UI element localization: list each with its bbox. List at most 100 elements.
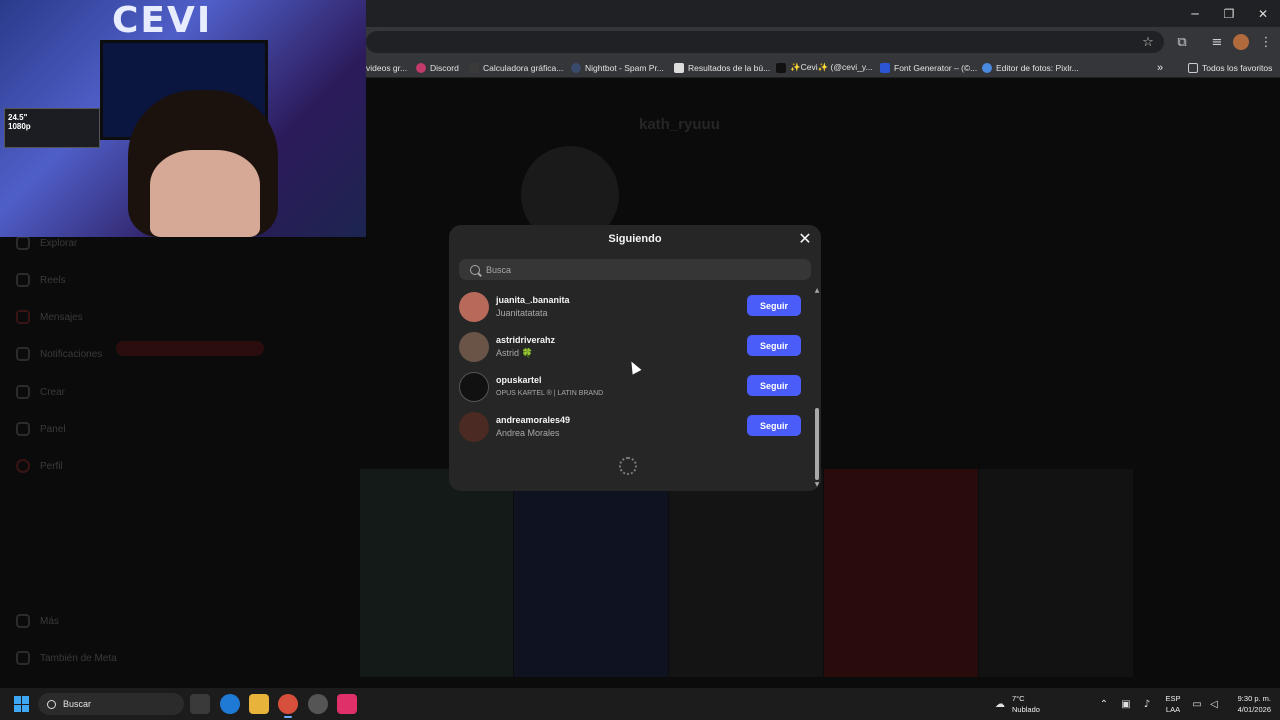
keyboard-layout[interactable]: LAA: [1163, 705, 1183, 715]
bookmark-item[interactable]: ✨Cevi✨ (@cevi_y...: [776, 61, 873, 74]
discord-icon: [416, 62, 426, 73]
graph-icon: [469, 62, 479, 73]
bookmark-item[interactable]: Discord: [416, 61, 459, 74]
avatar[interactable]: [459, 412, 489, 442]
sidebar-item-more[interactable]: Más: [16, 614, 59, 628]
tiktok-live-icon[interactable]: [337, 694, 357, 714]
address-bar[interactable]: [366, 31, 1164, 53]
webcam-overlay: CEVI 24.5" 1080p: [0, 0, 366, 237]
chevron-up-icon[interactable]: ⌃: [1098, 698, 1110, 710]
username[interactable]: opuskartel: [496, 375, 542, 385]
menu-kebab-icon[interactable]: ⋮: [1257, 33, 1275, 51]
full-name: Astrid 🍀: [496, 348, 533, 358]
taskbar-search[interactable]: Buscar: [38, 693, 184, 715]
scroll-up-icon[interactable]: ▲: [814, 288, 820, 294]
monitor-box-label: 24.5" 1080p: [8, 113, 31, 131]
bookmark-item[interactable]: videos gr...: [366, 61, 407, 74]
following-dialog: Siguiendo ✕ juanita_.bananita Juanitatat…: [449, 225, 821, 491]
close-window-button[interactable]: ✕: [1246, 0, 1280, 27]
list-item: andreamorales49 Andrea Morales Seguir: [449, 407, 815, 447]
all-favorites-button[interactable]: Todos los favoritos: [1188, 61, 1272, 74]
app-tray-icon[interactable]: ▣: [1120, 698, 1132, 710]
person-face: [150, 150, 260, 237]
profile-avatar-icon[interactable]: [1233, 34, 1249, 50]
sidebar-item-reels[interactable]: Reels: [16, 273, 66, 287]
folder-icon: [1188, 62, 1198, 73]
font-generator-icon: [880, 62, 890, 73]
clock-date[interactable]: 4/01/2026: [1225, 705, 1271, 715]
volume-icon[interactable]: ◁: [1208, 698, 1220, 710]
pixlr-icon: [982, 62, 992, 73]
bookmark-item[interactable]: Font Generator – (©...: [880, 61, 977, 74]
language-indicator[interactable]: ESP: [1163, 694, 1183, 704]
username[interactable]: astridriverahz: [496, 335, 555, 345]
avatar[interactable]: [459, 332, 489, 362]
post-thumbnail[interactable]: [360, 469, 513, 677]
sidebar-item-explore[interactable]: Explorar: [16, 236, 77, 250]
sidebar-item-dashboard[interactable]: Panel: [16, 422, 66, 436]
sidebar-item-profile[interactable]: Perfil: [16, 459, 63, 473]
notification-pill: [116, 341, 264, 356]
compass-icon: [16, 236, 30, 250]
full-name: OPUS KARTEL ® | LATIN BRAND: [496, 390, 604, 397]
obs-icon[interactable]: [308, 694, 328, 714]
post-thumbnail[interactable]: [514, 469, 668, 677]
search-input[interactable]: [486, 264, 786, 275]
plus-icon: [16, 385, 30, 399]
sidebar-item-create[interactable]: Crear: [16, 385, 65, 399]
weather-desc[interactable]: Nublado: [1012, 705, 1040, 715]
network-icon[interactable]: ▭: [1191, 698, 1203, 710]
task-view-icon[interactable]: [190, 694, 210, 714]
post-thumbnail[interactable]: [979, 469, 1133, 677]
bookmark-item[interactable]: Editor de fotos: Pixlr...: [982, 61, 1079, 74]
follow-button[interactable]: Seguir: [747, 415, 801, 436]
follow-button[interactable]: Seguir: [747, 295, 801, 316]
scrollbar-thumb[interactable]: [815, 408, 819, 480]
extensions-icon[interactable]: ⧉: [1173, 33, 1191, 51]
sidebar-item-also-from-meta[interactable]: También de Meta: [16, 651, 117, 665]
post-thumbnail[interactable]: [824, 469, 978, 677]
follow-button[interactable]: Seguir: [747, 375, 801, 396]
bookmarks-overflow-button[interactable]: »: [1157, 61, 1163, 74]
dialog-header: Siguiendo ✕: [449, 225, 821, 254]
list-item: juanita_.bananita Juanitatatata Seguir: [449, 287, 815, 327]
heart-icon: [16, 347, 30, 361]
sidebar-item-messages[interactable]: Mensajes: [16, 310, 83, 324]
reading-list-icon[interactable]: ≡: [1208, 33, 1226, 51]
streamer-logo: CEVI: [112, 0, 213, 41]
taskbar-search-label: Buscar: [63, 699, 92, 709]
bookmark-item[interactable]: Calculadora gráfica...: [469, 61, 563, 74]
nightbot-icon: [571, 62, 581, 73]
restore-button[interactable]: ❐: [1212, 0, 1246, 27]
hamburger-icon: [16, 614, 30, 628]
chart-icon: [16, 422, 30, 436]
dialog-title: Siguiendo: [608, 233, 662, 245]
weather-temp[interactable]: 7°C: [1012, 694, 1025, 704]
file-explorer-icon[interactable]: [249, 694, 269, 714]
avatar[interactable]: [459, 292, 489, 322]
close-icon[interactable]: ✕: [797, 229, 813, 248]
avatar[interactable]: [459, 372, 489, 402]
sidebar-item-notifications[interactable]: Notificaciones: [16, 347, 102, 361]
follow-button[interactable]: Seguir: [747, 335, 801, 356]
bookmark-item[interactable]: Resultados de la bú...: [674, 61, 770, 74]
chrome-icon[interactable]: [278, 694, 298, 718]
windows-start-icon[interactable]: [14, 696, 30, 712]
post-thumbnail[interactable]: [669, 469, 823, 677]
username[interactable]: juanita_.bananita: [496, 295, 570, 305]
minimize-button[interactable]: ─: [1178, 0, 1212, 27]
tiktok-icon: [776, 62, 786, 73]
username[interactable]: andreamorales49: [496, 415, 570, 425]
star-icon[interactable]: ☆: [1139, 33, 1157, 51]
clock-time[interactable]: 9:30 p. m.: [1225, 694, 1271, 704]
meta-icon: [16, 651, 30, 665]
bookmark-item[interactable]: Nightbot - Spam Pr...: [571, 61, 664, 74]
search-icon: [470, 264, 480, 275]
full-name: Andrea Morales: [496, 428, 560, 438]
scroll-down-icon[interactable]: ▼: [814, 482, 820, 488]
edge-icon[interactable]: [220, 694, 240, 714]
search-field[interactable]: [459, 259, 811, 280]
microphone-icon[interactable]: ♪: [1141, 698, 1153, 710]
screen: { "browser": { "window_controls": { "min…: [0, 0, 1280, 720]
profile-icon: [16, 459, 30, 473]
